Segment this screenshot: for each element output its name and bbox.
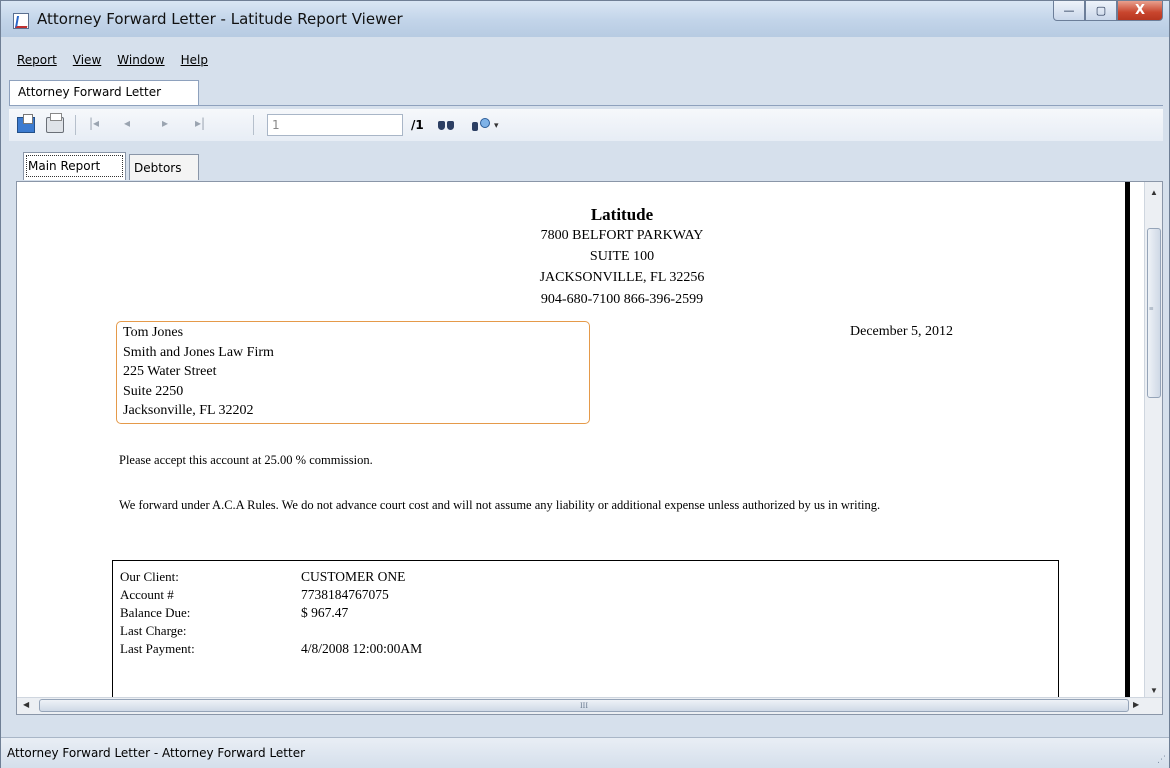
- menu-help[interactable]: Help: [173, 49, 216, 71]
- toolbar-separator: [75, 115, 76, 135]
- value-balance-due: $ 967.47: [301, 605, 349, 620]
- account-details-box: Our Client: CUSTOMER ONE Account # 77381…: [112, 560, 1059, 710]
- scroll-grip-icon: ≡: [1149, 304, 1154, 313]
- resize-grip-icon[interactable]: ⋰: [1157, 755, 1166, 765]
- minimize-button[interactable]: —: [1053, 1, 1085, 21]
- label-our-client: Our Client:: [120, 569, 179, 584]
- title-bar[interactable]: Attorney Forward Letter - Latitude Repor…: [1, 1, 1169, 37]
- recipient-name: Tom Jones: [123, 325, 184, 340]
- status-bar: Attorney Forward Letter - Attorney Forwa…: [1, 737, 1169, 768]
- recipient-street: 225 Water Street: [123, 364, 217, 379]
- report-app-icon[interactable]: [13, 13, 29, 29]
- label-last-charge: Last Charge:: [120, 623, 187, 638]
- commission-paragraph: Please accept this account at 25.00 % co…: [119, 453, 373, 467]
- recipient-address-box: Tom Jones Smith and Jones Law Firm 225 W…: [116, 321, 590, 424]
- menu-view[interactable]: View: [65, 49, 109, 71]
- page-number-input[interactable]: 1: [267, 114, 403, 136]
- company-name: Latitude: [590, 205, 654, 224]
- chevron-down-icon[interactable]: ▾: [494, 121, 499, 131]
- recipient-firm: Smith and Jones Law Firm: [123, 344, 274, 360]
- scroll-right-icon[interactable]: ▶: [1133, 700, 1139, 709]
- label-last-payment: Last Payment:: [120, 641, 195, 656]
- company-address-line2: SUITE 100: [589, 249, 655, 264]
- label-balance-due: Balance Due:: [120, 605, 191, 620]
- zoom-icon[interactable]: [471, 117, 491, 133]
- last-page-icon[interactable]: ▸|: [195, 116, 205, 130]
- value-our-client: CUSTOMER ONE: [301, 569, 406, 584]
- status-text: Attorney Forward Letter - Attorney Forwa…: [7, 746, 306, 760]
- report-toolbar: |◂ ◂ ▸ ▸| 1 /1 ▾: [9, 109, 1163, 141]
- recipient-suite: Suite 2250: [123, 383, 184, 399]
- close-button[interactable]: X: [1117, 1, 1163, 21]
- vertical-scroll-thumb[interactable]: [1147, 228, 1161, 398]
- letter-date: December 5, 2012: [850, 324, 954, 339]
- menu-report[interactable]: Report: [9, 49, 65, 71]
- value-account-number: 7738184767075: [301, 587, 389, 602]
- page-edge-bar: [1125, 182, 1130, 702]
- horizontal-scrollbar[interactable]: ◀ III ▶: [17, 697, 1162, 714]
- tab-attorney-forward-letter[interactable]: Attorney Forward Letter: [9, 80, 199, 105]
- window-controls: — ▢ X: [1053, 1, 1163, 21]
- company-address-line1: 7800 BELFORT PARKWAY: [540, 228, 704, 243]
- vertical-scrollbar[interactable]: ▲ ≡ ▼: [1144, 182, 1162, 700]
- page-total: /1: [411, 118, 424, 132]
- label-account-number: Account #: [120, 587, 174, 602]
- binoculars-find-icon[interactable]: [437, 117, 455, 133]
- previous-page-icon[interactable]: ◂: [124, 116, 130, 130]
- value-last-payment: 4/8/2008 12:00:00AM: [301, 641, 423, 656]
- company-phones: 904-680-7100 866-396-2599: [540, 292, 704, 307]
- report-viewport[interactable]: Latitude 7800 BELFORT PARKWAY SUITE 100 …: [16, 181, 1163, 715]
- scroll-down-icon[interactable]: ▼: [1150, 686, 1158, 695]
- tab-debtors[interactable]: Debtors: [129, 154, 199, 180]
- export-icon[interactable]: [17, 114, 35, 133]
- print-icon[interactable]: [46, 113, 64, 133]
- scroll-up-icon[interactable]: ▲: [1150, 188, 1158, 197]
- maximize-button[interactable]: ▢: [1085, 1, 1117, 21]
- terms-paragraph: We forward under A.C.A Rules. We do not …: [119, 498, 881, 512]
- window-title: Attorney Forward Letter - Latitude Repor…: [37, 10, 403, 28]
- toolbar-separator: [253, 115, 254, 135]
- first-page-icon[interactable]: |◂: [89, 116, 99, 130]
- horizontal-scroll-thumb[interactable]: III: [39, 699, 1129, 712]
- next-page-icon[interactable]: ▸: [162, 116, 168, 130]
- menu-bar: Report View Window Help: [9, 49, 216, 71]
- tab-main-report[interactable]: Main Report: [23, 152, 126, 180]
- menu-window[interactable]: Window: [109, 49, 172, 71]
- app-window: Attorney Forward Letter - Latitude Repor…: [0, 0, 1170, 768]
- scroll-left-icon[interactable]: ◀: [23, 700, 29, 709]
- company-city: JACKSONVILLE, FL 32256: [539, 270, 705, 285]
- tab-divider: [9, 105, 1163, 106]
- recipient-city: Jacksonville, FL 32202: [123, 403, 254, 418]
